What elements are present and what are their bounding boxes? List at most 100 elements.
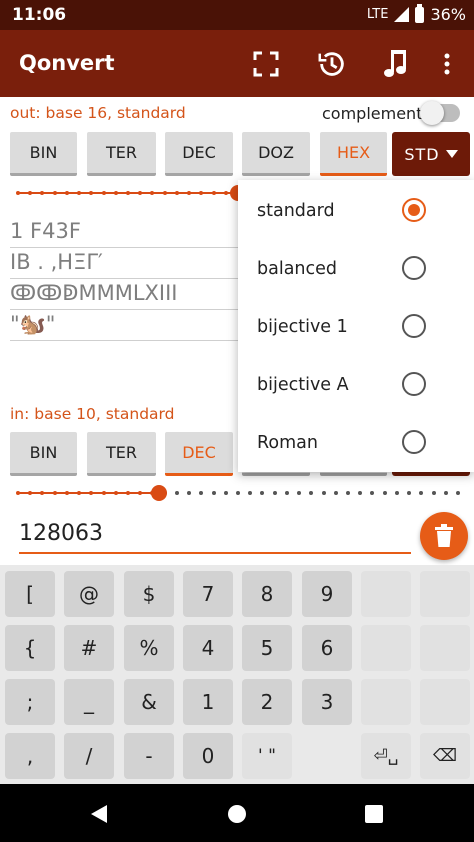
key-blank[interactable]: [361, 625, 411, 671]
key-label: #: [80, 636, 98, 660]
key-blank[interactable]: [361, 571, 411, 617]
history-icon[interactable]: [316, 48, 348, 80]
menu-option-balanced[interactable]: balanced: [238, 240, 474, 298]
slider-tick: [102, 191, 106, 195]
key[interactable]: ;: [5, 679, 55, 725]
out-base-dec[interactable]: DEC: [165, 132, 233, 176]
keypad: [ @ $7 8 9 { #% 4 5 6; _ & 1 2 3, / - 0 ' " ⏎␣ ⌫: [0, 565, 474, 784]
key[interactable]: @: [64, 571, 114, 617]
key[interactable]: ⌫: [420, 733, 470, 779]
slider-tick: [199, 191, 203, 195]
slider-tick: [285, 491, 289, 495]
key[interactable]: 6: [302, 625, 352, 671]
in-base-bin[interactable]: BIN: [10, 432, 77, 476]
radio-balanced[interactable]: [402, 256, 426, 280]
slider-tick: [126, 191, 130, 195]
out-base-doz[interactable]: DOZ: [242, 132, 310, 176]
key[interactable]: 8: [242, 571, 292, 617]
key-label: _: [84, 690, 94, 714]
key[interactable]: {: [5, 625, 55, 671]
key-label: 6: [320, 636, 334, 660]
key-label: 8: [260, 582, 274, 606]
number-input[interactable]: 128063: [19, 516, 411, 554]
slider-tick: [102, 491, 106, 495]
radio-bijective-a[interactable]: [402, 372, 426, 396]
key[interactable]: %: [124, 625, 174, 671]
clear-button[interactable]: [420, 512, 468, 560]
menu-option-label: bijective 1: [257, 317, 348, 337]
more-vert-icon[interactable]: [431, 48, 463, 80]
key[interactable]: 0: [183, 733, 233, 779]
menu-option-bijective-1[interactable]: bijective 1: [238, 298, 474, 356]
slider-tick: [199, 491, 203, 495]
key[interactable]: ' ": [242, 733, 292, 779]
key[interactable]: [: [5, 571, 55, 617]
key[interactable]: ⏎␣: [361, 733, 411, 779]
slider-tick: [65, 191, 69, 195]
key-label: 4: [201, 636, 215, 660]
slider-tick: [432, 491, 436, 495]
out-base-bin[interactable]: BIN: [10, 132, 77, 176]
key[interactable]: 7: [183, 571, 233, 617]
key-blank[interactable]: [420, 571, 470, 617]
menu-option-standard[interactable]: standard: [238, 182, 474, 240]
switch-knob[interactable]: [420, 101, 444, 125]
key[interactable]: ,: [5, 733, 55, 779]
key[interactable]: 1: [183, 679, 233, 725]
output-label: out: base 16, standard: [10, 104, 186, 122]
key[interactable]: 2: [242, 679, 292, 725]
key-blank[interactable]: [420, 625, 470, 671]
radio-bijective-1[interactable]: [402, 314, 426, 338]
fullscreen-icon[interactable]: [250, 48, 282, 80]
key[interactable]: _: [64, 679, 114, 725]
slider-tick: [53, 491, 57, 495]
slider-tick: [260, 491, 264, 495]
menu-option-roman[interactable]: Roman: [238, 414, 474, 472]
key[interactable]: 5: [242, 625, 292, 671]
key[interactable]: 4: [183, 625, 233, 671]
key-label: -: [145, 744, 153, 768]
slider-tick: [28, 191, 32, 195]
key[interactable]: $: [124, 571, 174, 617]
slider-tick: [40, 491, 44, 495]
slider-tick: [175, 491, 179, 495]
home-icon[interactable]: [227, 804, 247, 824]
in-base-dec[interactable]: DEC: [165, 432, 233, 476]
key-label: /: [85, 744, 93, 768]
in-base-ter[interactable]: TER: [87, 432, 156, 476]
key-label: {: [23, 636, 37, 660]
key[interactable]: /: [64, 733, 114, 779]
slider-tick: [224, 191, 228, 195]
key[interactable]: &: [124, 679, 174, 725]
out-base-ter[interactable]: TER: [87, 132, 156, 176]
menu-option-label: standard: [257, 201, 335, 221]
slider-tick: [395, 491, 399, 495]
out-base-hex[interactable]: HEX: [320, 132, 387, 176]
key[interactable]: 9: [302, 571, 352, 617]
key[interactable]: #: [64, 625, 114, 671]
input-slider[interactable]: [16, 485, 460, 501]
back-icon[interactable]: [89, 804, 109, 824]
slider-tick: [358, 491, 362, 495]
slider-tick: [212, 491, 216, 495]
key-label: @: [79, 582, 99, 606]
menu-option-bijective-a[interactable]: bijective A: [238, 356, 474, 414]
network-type: LTE: [366, 7, 389, 22]
radio-standard[interactable]: [402, 198, 426, 222]
key[interactable]: 3: [302, 679, 352, 725]
slider-thumb[interactable]: [151, 485, 167, 501]
complement-switch[interactable]: [420, 101, 460, 125]
key-blank[interactable]: [361, 679, 411, 725]
system-label: STD: [404, 144, 440, 164]
slider-tick: [138, 191, 142, 195]
system-dropdown-button[interactable]: STD: [392, 132, 470, 176]
key[interactable]: -: [124, 733, 174, 779]
recents-icon[interactable]: [364, 804, 384, 824]
radio-roman[interactable]: [402, 430, 426, 454]
key-blank[interactable]: [420, 679, 470, 725]
slider-tick: [77, 491, 81, 495]
music-note-icon[interactable]: [380, 48, 412, 80]
key-label: 1: [201, 690, 215, 714]
navigation-bar: [0, 784, 474, 842]
slider-tick: [309, 491, 313, 495]
